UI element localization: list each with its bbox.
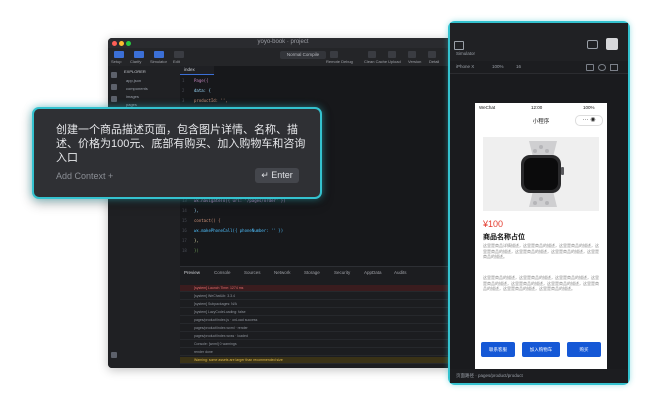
git-icon[interactable] (111, 96, 117, 102)
clean-cache-icon[interactable] (368, 51, 376, 58)
console-row: Warning: some assets are larger than rec… (180, 357, 458, 364)
settings-icon[interactable] (111, 352, 117, 358)
ide-toolbar: Setup Clarify Simulator Edit Normal Comp… (108, 48, 458, 67)
tree-item[interactable]: components (126, 86, 148, 91)
detail-icon[interactable] (428, 51, 436, 58)
files-icon[interactable] (111, 72, 117, 78)
simulator-toggle-icon[interactable] (154, 51, 164, 58)
toolbar-label: Setup (111, 59, 122, 64)
refresh-icon[interactable] (598, 64, 606, 71)
phone-icon[interactable] (454, 41, 464, 50)
console-row: [system] Subpackages: N/A (180, 301, 458, 308)
console-tab[interactable]: AppData (364, 270, 382, 275)
version-icon[interactable] (408, 51, 416, 58)
line-number: 17 (182, 238, 187, 243)
avatar[interactable] (606, 38, 618, 50)
simulator-panel: Simulator iPhone X 100% 16 WeChat 12:00 … (448, 21, 630, 385)
detach-icon[interactable] (610, 64, 618, 71)
product-description: 这里是商品详情描述，这里是商品的描述，这里是商品的描述，这里是商品的描述，这里是… (483, 243, 599, 260)
simulator-label: Simulator (456, 51, 476, 56)
console-row: [system] Launch Time: 1274 ms (180, 285, 458, 292)
code-line: contact() { (194, 218, 221, 223)
contact-service-button[interactable]: 联系客服 (481, 342, 515, 357)
code-line: }) (194, 248, 199, 253)
toolbar-label: Version (408, 59, 422, 64)
capsule-menu-icon[interactable]: ··· ◉ (575, 115, 603, 126)
status-battery: 100% (583, 105, 595, 110)
product-image[interactable] (483, 137, 599, 211)
line-number: 1 (182, 78, 185, 83)
search-icon[interactable] (111, 84, 117, 90)
toolbar-label: Detail (429, 59, 440, 64)
product-description-2: 这里是商品的描述，这里是商品的描述，这里是商品的描述，这里是商品的描述，这里是商… (483, 275, 599, 292)
code-line: Page({ (194, 78, 208, 83)
editor-tab[interactable]: index (180, 66, 214, 75)
page-path: 页面路径 · pages/product/product (456, 373, 523, 378)
toolbar-label: Clean Cache (364, 59, 388, 64)
compile-mode-select[interactable]: Normal Compile (280, 51, 326, 59)
rotate-icon[interactable] (586, 64, 594, 71)
code-line: wx.makePhoneCall({ phoneNumber: '' }) (194, 228, 283, 233)
console-tab[interactable]: Console (214, 270, 231, 275)
simulator-header: Simulator (450, 23, 628, 61)
console-tab[interactable]: Network (274, 270, 291, 275)
console-tab[interactable]: Audits (394, 270, 407, 275)
edit-toggle-icon[interactable] (174, 51, 184, 58)
simulator-device-bar: iPhone X 100% 16 (450, 61, 628, 74)
line-number: 14 (182, 208, 187, 213)
status-carrier: WeChat (479, 105, 496, 110)
buy-button[interactable]: 购买 (567, 342, 601, 357)
console-panel: Preview Console Sources Network Storage … (180, 266, 458, 368)
console-row: [system] LazyCodeLoading: false (180, 309, 458, 316)
code-line: }, (194, 208, 199, 213)
console-tab[interactable]: Preview (184, 270, 200, 275)
toolbar-label: Remote Debug (326, 59, 353, 64)
toolbar-label: Simulator (150, 59, 167, 64)
preview-icon[interactable] (587, 40, 598, 49)
console-row: [system] WeChatLib: 3.3.4 (180, 293, 458, 300)
status-time: 12:00 (531, 105, 543, 110)
font-scale-select[interactable]: 16 (516, 64, 521, 69)
line-number: 2 (182, 88, 185, 93)
line-number: 15 (182, 218, 187, 223)
upload-icon[interactable] (388, 51, 396, 58)
code-line: }, (194, 238, 199, 243)
toolbar-label: Edit (173, 59, 180, 64)
phone-screen: WeChat 12:00 100% 小程序 ··· ◉ ¥100 商品名称占位 … (475, 103, 607, 372)
setup-icon[interactable] (114, 51, 124, 58)
line-number: 18 (182, 248, 187, 253)
prompt-card[interactable]: 创建一个商品描述页面，包含图片详情、名称、描述、价格为100元、底部有购买、加入… (32, 107, 322, 199)
add-to-cart-button[interactable]: 加入购物车 (522, 342, 560, 357)
console-row: Console: [wxml] 0 warnings (180, 341, 458, 348)
line-number: 16 (182, 228, 187, 233)
compile-icon[interactable] (330, 51, 338, 58)
toolbar-label: Upload (388, 59, 401, 64)
ide-titlebar: yoyo-book · project (108, 38, 458, 48)
product-title: 商品名称占位 (483, 234, 525, 241)
product-price: ¥100 (483, 219, 504, 229)
tree-item[interactable]: app.json (126, 78, 141, 83)
explorer-title: EXPLORER (124, 69, 146, 74)
prompt-text[interactable]: 创建一个商品描述页面，包含图片详情、名称、描述、价格为100元、底部有购买、加入… (56, 123, 308, 165)
tree-item[interactable]: images (126, 94, 139, 99)
console-tab[interactable]: Sources (244, 270, 261, 275)
console-tab[interactable]: Storage (304, 270, 320, 275)
code-line: productId: '', (194, 98, 228, 103)
ide-window: yoyo-book · project Setup Clarify Simula… (108, 38, 458, 368)
code-line: data: { (194, 88, 211, 93)
toolbar-label: Clarify (130, 59, 142, 64)
line-number: 3 (182, 98, 185, 103)
console-row: pages/product/index.wxss · loaded (180, 333, 458, 340)
zoom-select[interactable]: 100% (492, 64, 504, 69)
ide-title: yoyo-book · project (257, 39, 309, 45)
device-select[interactable]: iPhone X (456, 64, 474, 69)
console-row: pages/product/index.wxml · render (180, 325, 458, 332)
console-row: pages/product/index.js · onLoad success (180, 317, 458, 324)
simulator-status-bar: 页面路径 · pages/product/product (450, 369, 628, 383)
console-row: render done (180, 349, 458, 356)
clarify-icon[interactable] (134, 51, 144, 58)
console-tab[interactable]: Security (334, 270, 350, 275)
add-context-button[interactable]: Add Context + (56, 171, 113, 181)
enter-button[interactable]: ↵ Enter (255, 168, 299, 183)
